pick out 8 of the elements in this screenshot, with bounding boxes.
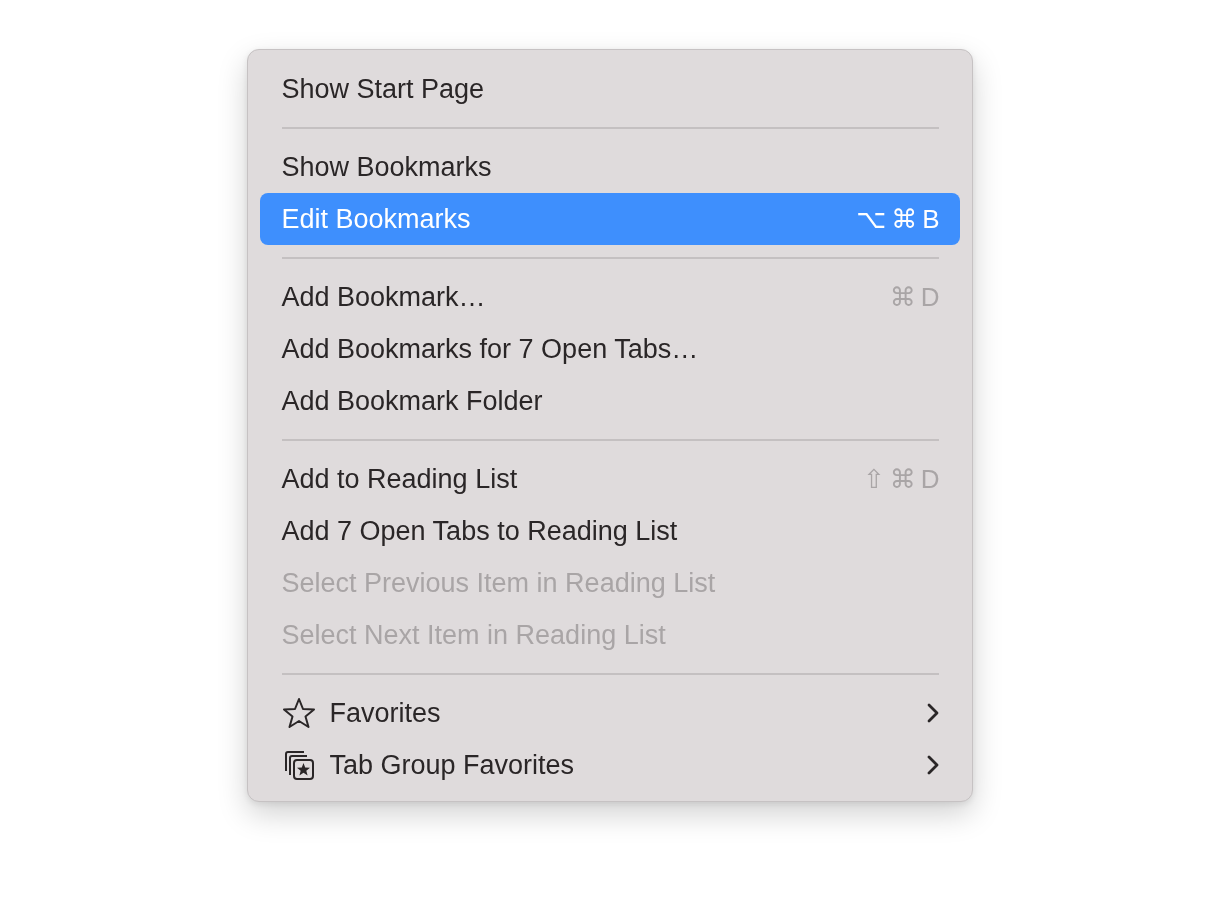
menu-item[interactable]: Tab Group Favorites <box>259 739 960 791</box>
menu-item[interactable]: Show Bookmarks <box>259 141 960 193</box>
menu-item[interactable]: Show Start Page <box>259 63 960 115</box>
menu-item[interactable]: Add 7 Open Tabs to Reading List <box>259 505 960 557</box>
menu-item[interactable]: Add Bookmarks for 7 Open Tabs… <box>259 323 960 375</box>
menu-item[interactable]: Add Bookmark Folder <box>259 375 960 427</box>
menu-item[interactable]: Favorites <box>259 687 960 739</box>
star-icon <box>281 697 316 729</box>
